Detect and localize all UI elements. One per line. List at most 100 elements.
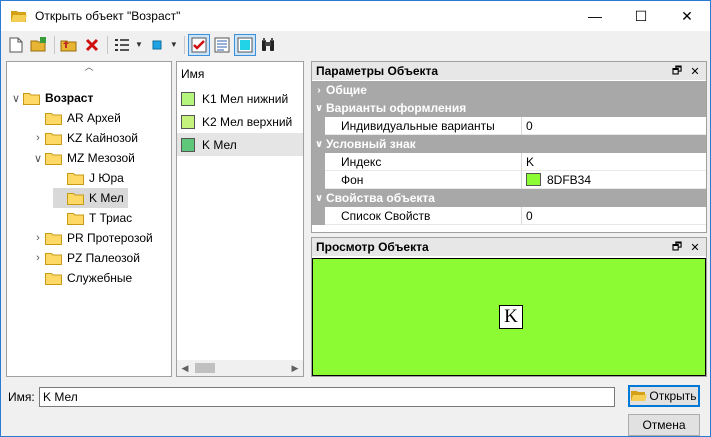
tree-item-selected[interactable]: K Мел bbox=[53, 188, 128, 208]
new-document-button[interactable] bbox=[5, 34, 27, 56]
color-swatch bbox=[181, 137, 195, 152]
preview-icon bbox=[237, 37, 253, 52]
folder-up-icon bbox=[60, 40, 77, 51]
folder-open-icon bbox=[631, 391, 648, 401]
chevron-down-icon[interactable]: ∨ bbox=[312, 103, 326, 114]
chevron-right-icon[interactable]: › bbox=[31, 132, 45, 144]
view-mode-icon bbox=[152, 40, 162, 49]
toolbar-separator bbox=[183, 35, 185, 54]
preview-header: Просмотр Объекта 🗗 ✕ bbox=[312, 238, 706, 256]
check-icon bbox=[191, 37, 207, 52]
view-list-button[interactable] bbox=[111, 34, 133, 56]
tree-item[interactable]: › PR Протерозой bbox=[31, 228, 153, 248]
property-value[interactable]: 8DFB34 bbox=[522, 171, 706, 189]
tree-item[interactable]: › KZ Кайнозой bbox=[31, 128, 138, 148]
tree-item[interactable]: AR Архей bbox=[31, 108, 121, 128]
folder-up-button[interactable] bbox=[58, 34, 80, 56]
folder-icon bbox=[45, 152, 62, 165]
delete-icon bbox=[85, 38, 99, 51]
tree-item[interactable]: ∨ MZ Мезозой bbox=[31, 148, 135, 168]
color-swatch bbox=[181, 114, 195, 129]
property-props-list[interactable]: Список Свойств 0 bbox=[312, 206, 706, 225]
chevron-down-icon[interactable]: ∨ bbox=[312, 139, 326, 150]
chevron-down-icon[interactable]: ∨ bbox=[312, 193, 326, 204]
tree-item[interactable]: › PZ Палеозой bbox=[31, 248, 140, 268]
properties-header: Параметры Объекта 🗗 ✕ bbox=[312, 62, 706, 80]
color-swatch bbox=[526, 173, 541, 186]
object-tree[interactable]: ︿ ∨ Возраст AR Архей › KZ Кайнозой ∨ MZ … bbox=[6, 61, 172, 377]
category-symbol[interactable]: ∨ Условный знак bbox=[312, 135, 706, 153]
property-value[interactable]: 0 bbox=[522, 117, 706, 135]
property-value[interactable]: 0 bbox=[522, 207, 706, 225]
property-index[interactable]: Индекс K bbox=[312, 152, 706, 171]
minimize-button[interactable]: — bbox=[572, 1, 618, 31]
object-properties-panel: Параметры Объекта 🗗 ✕ › Общие ∨ Варианты… bbox=[311, 61, 707, 233]
delete-button[interactable] bbox=[81, 34, 103, 56]
window-title: Открыть объект "Возраст" bbox=[35, 9, 181, 23]
cancel-button[interactable]: Отмена bbox=[628, 414, 700, 436]
tree-item[interactable]: J Юра bbox=[53, 168, 124, 188]
folder-icon bbox=[45, 232, 62, 245]
list-item[interactable]: K1 Мел нижний bbox=[177, 87, 303, 110]
scroll-left-arrow[interactable]: ◀ bbox=[177, 363, 193, 374]
binoculars-icon bbox=[261, 37, 274, 51]
folder-icon bbox=[23, 92, 40, 105]
chevron-down-icon[interactable]: ∨ bbox=[31, 152, 45, 165]
chevron-right-icon[interactable]: › bbox=[31, 252, 45, 264]
preview-index-label: K bbox=[499, 305, 523, 329]
property-individual-variants[interactable]: Индивидуальные варианты 0 bbox=[312, 116, 706, 135]
close-button[interactable]: ✕ bbox=[664, 1, 710, 31]
tree-item-root[interactable]: ∨ Возраст bbox=[9, 88, 93, 108]
scroll-thumb[interactable] bbox=[195, 363, 215, 373]
scroll-right-arrow[interactable]: ▶ bbox=[287, 363, 303, 374]
color-swatch bbox=[181, 91, 195, 106]
title-bar[interactable]: Открыть объект "Возраст" — ☐ ✕ bbox=[1, 1, 710, 31]
maximize-button[interactable]: ☐ bbox=[618, 1, 664, 31]
details-icon bbox=[214, 37, 230, 52]
details-button[interactable] bbox=[211, 34, 233, 56]
folder-icon bbox=[45, 272, 62, 285]
object-list[interactable]: Имя K1 Мел нижний K2 Мел верхний K Мел ◀… bbox=[176, 61, 304, 377]
open-object-dialog: Открыть объект "Возраст" — ☐ ✕ ▼ ▼ ︿ ∨ В… bbox=[0, 0, 711, 437]
view-mode-button[interactable] bbox=[146, 34, 168, 56]
list-item-selected[interactable]: K Мел bbox=[177, 133, 303, 156]
restore-icon[interactable]: 🗗 bbox=[670, 238, 684, 257]
new-folder-button[interactable] bbox=[28, 34, 50, 56]
open-button[interactable]: Открыть bbox=[628, 385, 700, 407]
toolbar-separator bbox=[54, 35, 55, 54]
new-folder-icon bbox=[30, 36, 46, 51]
scroll-up-arrow[interactable]: ︿ bbox=[7, 62, 171, 74]
chevron-right-icon[interactable]: › bbox=[312, 85, 326, 96]
column-header-name[interactable]: Имя bbox=[177, 62, 303, 84]
tree-item[interactable]: T Триас bbox=[53, 208, 132, 228]
new-document-icon bbox=[9, 37, 23, 52]
close-icon[interactable]: ✕ bbox=[688, 65, 702, 78]
chevron-right-icon[interactable]: › bbox=[31, 232, 45, 244]
property-value[interactable]: K bbox=[522, 153, 706, 171]
property-background[interactable]: Фон 8DFB34 bbox=[312, 170, 706, 189]
list-item[interactable]: K2 Мел верхний bbox=[177, 110, 303, 133]
toolbar-separator bbox=[107, 35, 108, 54]
preview-canvas: K bbox=[312, 258, 706, 376]
toolbar: ▼ ▼ bbox=[1, 31, 710, 58]
tree-item[interactable]: Служебные bbox=[31, 268, 132, 288]
preview-button[interactable] bbox=[233, 33, 256, 56]
chevron-down-icon[interactable]: ▼ bbox=[170, 40, 178, 49]
chevron-down-icon[interactable]: ∨ bbox=[9, 92, 23, 105]
name-input[interactable] bbox=[39, 387, 615, 407]
close-icon[interactable]: ✕ bbox=[688, 241, 702, 254]
find-button[interactable] bbox=[257, 34, 279, 56]
folder-open-icon bbox=[11, 11, 27, 22]
chevron-down-icon[interactable]: ▼ bbox=[135, 40, 143, 49]
category-general[interactable]: › Общие bbox=[312, 81, 706, 99]
folder-icon bbox=[67, 212, 84, 225]
folder-icon bbox=[45, 132, 62, 145]
category-object-properties[interactable]: ∨ Свойства объекта bbox=[312, 189, 706, 207]
check-button[interactable] bbox=[187, 33, 210, 56]
folder-icon bbox=[45, 252, 62, 265]
horizontal-scrollbar[interactable]: ◀ ▶ bbox=[177, 360, 303, 376]
object-preview-panel: Просмотр Объекта 🗗 ✕ K bbox=[311, 237, 707, 377]
restore-icon[interactable]: 🗗 bbox=[670, 62, 684, 81]
folder-icon bbox=[67, 172, 84, 185]
category-variants[interactable]: ∨ Варианты оформления bbox=[312, 99, 706, 117]
